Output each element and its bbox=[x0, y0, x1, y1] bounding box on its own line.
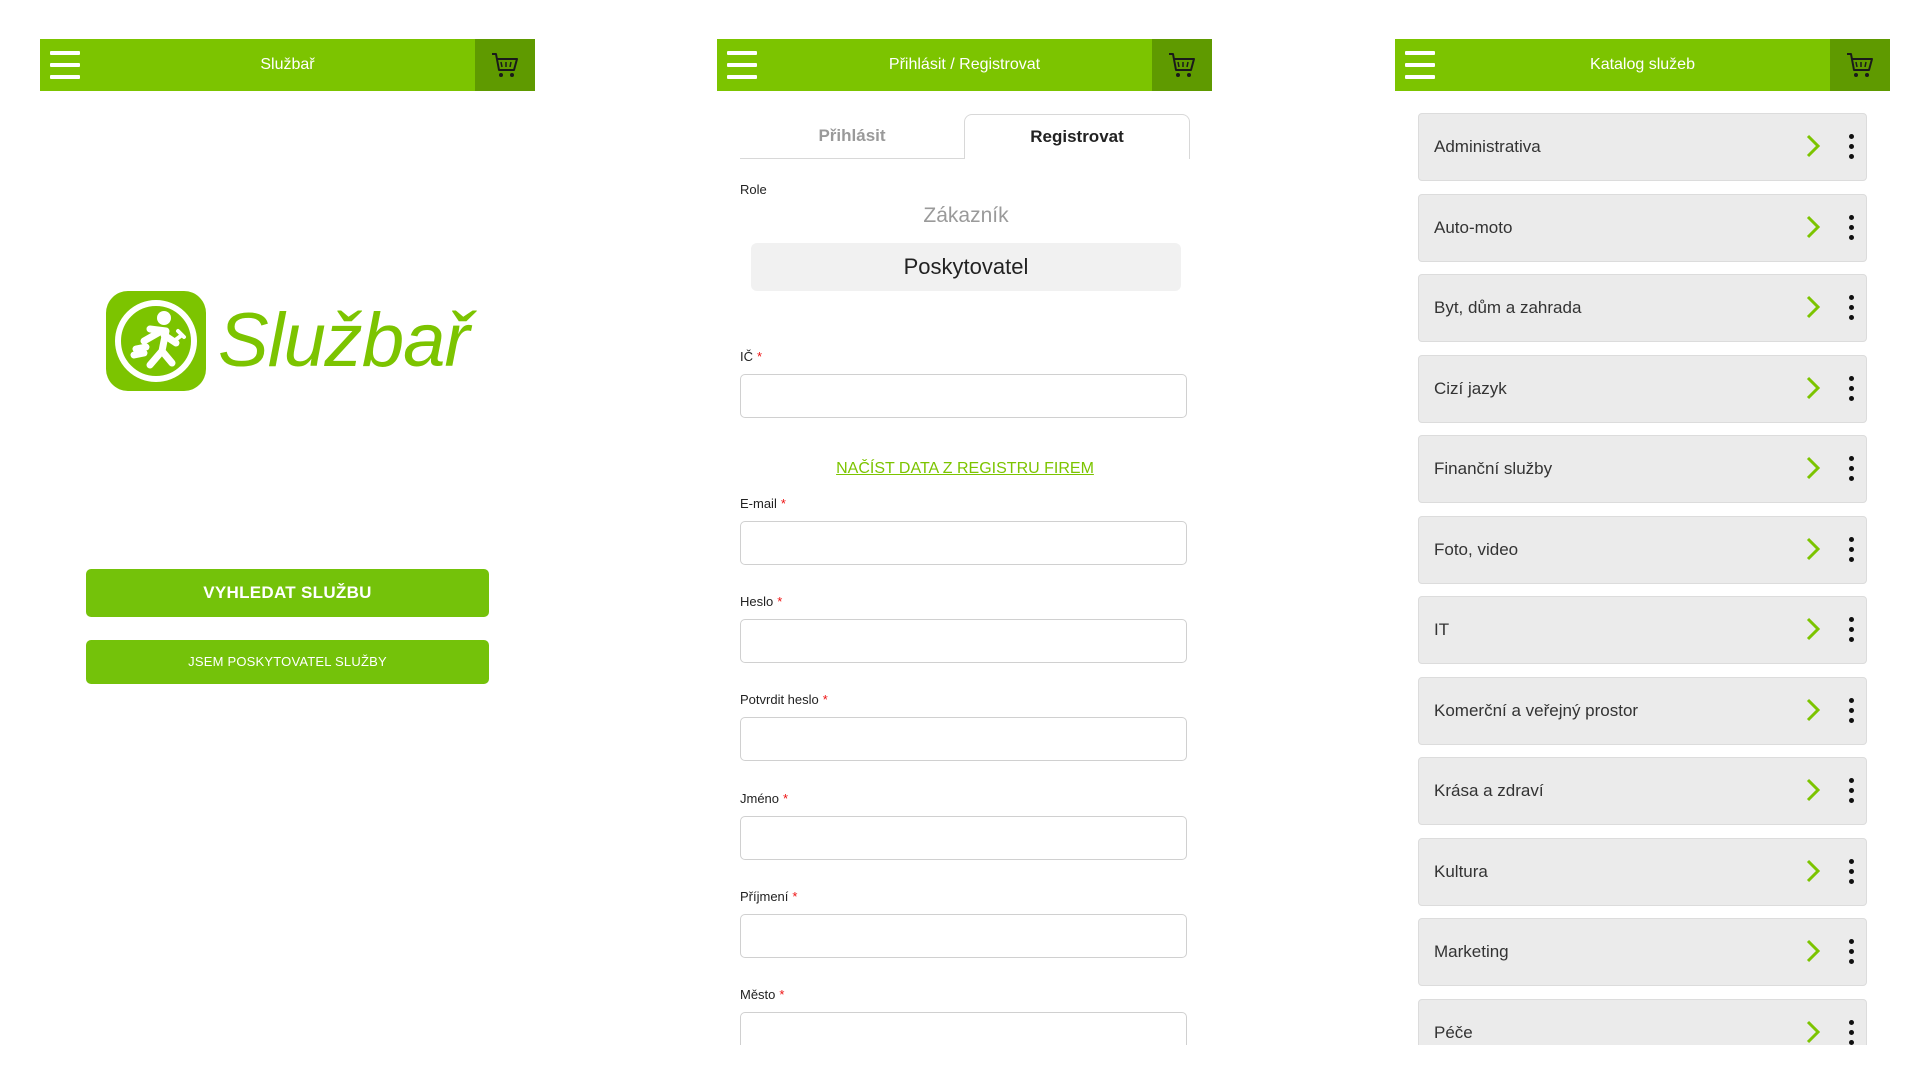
chevron-right-icon bbox=[1806, 215, 1820, 239]
required-mark: * bbox=[757, 349, 763, 364]
vertical-dots-icon[interactable] bbox=[1846, 778, 1856, 804]
chevron-right-icon bbox=[1806, 1020, 1820, 1044]
required-mark: * bbox=[777, 594, 783, 609]
page-title: Katalog služeb bbox=[1590, 56, 1695, 73]
city-field[interactable] bbox=[740, 1012, 1187, 1045]
category-item[interactable]: Péče bbox=[1418, 999, 1867, 1045]
auth-tabs: Přihlásit Registrovat bbox=[740, 114, 1190, 160]
category-label: Kultura bbox=[1434, 862, 1488, 881]
chevron-right-icon bbox=[1806, 859, 1820, 883]
chevron-right-icon bbox=[1806, 456, 1820, 480]
required-mark: * bbox=[780, 496, 786, 511]
password-label: Heslo * bbox=[740, 594, 783, 609]
vertical-dots-icon[interactable] bbox=[1846, 617, 1856, 643]
chevron-right-icon bbox=[1806, 537, 1820, 561]
category-item[interactable]: Kultura bbox=[1418, 838, 1867, 906]
category-item[interactable]: IT bbox=[1418, 596, 1867, 664]
category-label: Finanční služby bbox=[1434, 459, 1553, 478]
hamburger-menu-icon[interactable] bbox=[1405, 50, 1435, 80]
top-bar: Katalog služeb bbox=[1395, 39, 1890, 91]
load-registry-link[interactable]: NAČÍST DATA Z REGISTRU FIREM bbox=[740, 460, 1190, 478]
shopping-cart-icon bbox=[1847, 53, 1873, 77]
brand-name: Službař bbox=[218, 298, 470, 383]
category-label: Komerční a veřejný prostor bbox=[1434, 701, 1639, 720]
category-item[interactable]: Marketing bbox=[1418, 918, 1867, 986]
ic-field[interactable] bbox=[740, 374, 1187, 418]
category-item[interactable]: Komerční a veřejný prostor bbox=[1418, 677, 1867, 745]
vertical-dots-icon[interactable] bbox=[1846, 1020, 1856, 1045]
password-confirm-label: Potvrdit heslo * bbox=[740, 692, 828, 707]
password-confirm-field[interactable] bbox=[740, 717, 1187, 761]
first-name-label: Jméno * bbox=[740, 791, 789, 806]
hamburger-menu-icon[interactable] bbox=[727, 50, 757, 80]
hamburger-menu-icon[interactable] bbox=[50, 50, 80, 80]
category-label: Marketing bbox=[1434, 942, 1509, 961]
required-mark: * bbox=[792, 889, 798, 904]
chevron-right-icon bbox=[1806, 778, 1820, 802]
tab-login[interactable]: Přihlásit bbox=[740, 114, 964, 159]
cart-button[interactable] bbox=[1830, 39, 1890, 91]
app-title: Službař bbox=[260, 56, 315, 73]
vertical-dots-icon[interactable] bbox=[1846, 939, 1856, 965]
page-title: Přihlásit / Registrovat bbox=[888, 56, 1041, 73]
shopping-cart-icon bbox=[1169, 53, 1195, 77]
chevron-right-icon bbox=[1806, 295, 1820, 319]
vertical-dots-icon[interactable] bbox=[1846, 859, 1856, 885]
category-label: Administrativa bbox=[1434, 137, 1541, 156]
category-label: Foto, video bbox=[1434, 540, 1519, 559]
provider-button[interactable]: JSEM POSKYTOVATEL SLUŽBY bbox=[86, 640, 489, 684]
chevron-right-icon bbox=[1806, 698, 1820, 722]
category-item[interactable]: Krása a zdraví bbox=[1418, 757, 1867, 825]
category-label: IT bbox=[1434, 620, 1450, 639]
chevron-right-icon bbox=[1806, 939, 1820, 963]
vertical-dots-icon[interactable] bbox=[1846, 537, 1856, 563]
running-worker-logo bbox=[106, 291, 206, 391]
catalog-screen: Katalog služeb Administrativa Auto-moto … bbox=[1395, 39, 1890, 1045]
category-item[interactable]: Foto, video bbox=[1418, 516, 1867, 584]
cart-button[interactable] bbox=[1152, 39, 1212, 91]
category-item[interactable]: Finanční služby bbox=[1418, 435, 1867, 503]
category-item[interactable]: Auto-moto bbox=[1418, 194, 1867, 262]
role-option-provider[interactable]: Poskytovatel bbox=[751, 243, 1181, 291]
category-label: Krása a zdraví bbox=[1434, 781, 1544, 800]
first-name-field[interactable] bbox=[740, 816, 1187, 860]
category-item[interactable]: Byt, dům a zahrada bbox=[1418, 274, 1867, 342]
role-label: Role bbox=[740, 182, 767, 197]
last-name-label: Příjmení * bbox=[740, 889, 798, 904]
ic-label: IČ * bbox=[740, 349, 763, 364]
vertical-dots-icon[interactable] bbox=[1846, 456, 1856, 482]
chevron-right-icon bbox=[1806, 134, 1820, 158]
vertical-dots-icon[interactable] bbox=[1846, 215, 1856, 241]
vertical-dots-icon[interactable] bbox=[1846, 698, 1856, 724]
vertical-dots-icon[interactable] bbox=[1846, 376, 1856, 402]
city-label: Město * bbox=[740, 987, 785, 1002]
required-mark: * bbox=[822, 692, 828, 707]
category-label: Cizí jazyk bbox=[1434, 379, 1507, 398]
email-field[interactable] bbox=[740, 521, 1187, 565]
password-field[interactable] bbox=[740, 619, 1187, 663]
register-screen: Přihlásit / Registrovat Přihlásit Regist… bbox=[717, 39, 1212, 1045]
last-name-field[interactable] bbox=[740, 914, 1187, 958]
required-mark: * bbox=[779, 987, 785, 1002]
top-bar: Službař bbox=[40, 39, 535, 91]
category-label: Péče bbox=[1434, 1023, 1473, 1042]
search-service-button[interactable]: VYHLEDAT SLUŽBU bbox=[86, 569, 489, 617]
chevron-right-icon bbox=[1806, 617, 1820, 641]
required-mark: * bbox=[783, 791, 789, 806]
top-bar: Přihlásit / Registrovat bbox=[717, 39, 1212, 91]
category-label: Auto-moto bbox=[1434, 218, 1513, 237]
category-item[interactable]: Cizí jazyk bbox=[1418, 355, 1867, 423]
chevron-right-icon bbox=[1806, 376, 1820, 400]
category-label: Byt, dům a zahrada bbox=[1434, 298, 1582, 317]
cart-button[interactable] bbox=[475, 39, 535, 91]
category-item[interactable]: Administrativa bbox=[1418, 113, 1867, 181]
email-label: E-mail * bbox=[740, 496, 786, 511]
role-option-customer[interactable]: Zákazník bbox=[751, 204, 1181, 228]
shopping-cart-icon bbox=[492, 53, 518, 77]
vertical-dots-icon[interactable] bbox=[1846, 295, 1856, 321]
home-screen: Službař Službař VYHLEDAT SLUŽBU JSEM POS… bbox=[40, 39, 535, 1045]
tab-register[interactable]: Registrovat bbox=[964, 114, 1190, 159]
vertical-dots-icon[interactable] bbox=[1846, 134, 1856, 160]
